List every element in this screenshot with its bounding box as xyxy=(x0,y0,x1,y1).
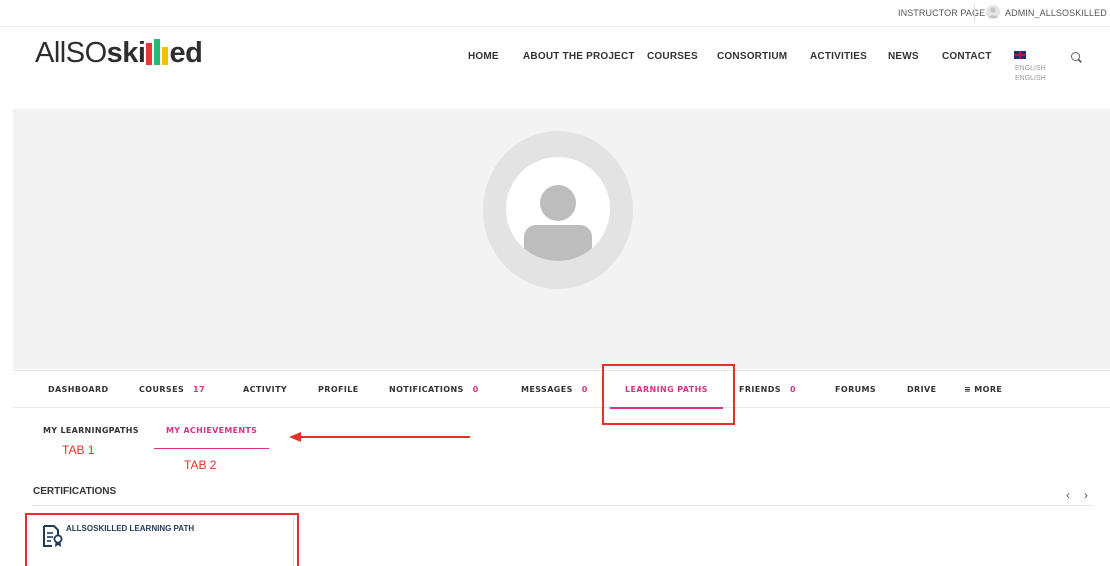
annotation-arrow xyxy=(300,436,470,438)
tab-notifications[interactable]: NOTIFICATIONS 0 xyxy=(389,385,479,394)
tab-label: FRIENDS xyxy=(739,385,781,394)
default-avatar-icon xyxy=(506,157,610,261)
tab-label: FORUMS xyxy=(835,385,877,394)
tab-messages[interactable]: MESSAGES 0 xyxy=(521,385,588,394)
tab-count-badge: 0 xyxy=(472,385,479,394)
certifications-divider xyxy=(33,505,1093,506)
tab-more[interactable]: ≡ MORE xyxy=(964,385,1002,394)
nav-activities[interactable]: ACTIVITIES xyxy=(810,51,867,62)
tab-label: ACTIVITY xyxy=(243,385,288,394)
subtab-my-learningpaths[interactable]: MY LEARNINGPATHS xyxy=(43,426,139,435)
tab-courses[interactable]: COURSES 17 xyxy=(139,385,205,394)
tab-label: COURSES xyxy=(139,385,185,394)
annotation-tab1: TAB 1 xyxy=(62,443,95,457)
logo-text-mid: ski xyxy=(106,37,146,69)
tab-label: MESSAGES xyxy=(521,385,573,394)
carousel-prev-icon[interactable]: ‹ xyxy=(1066,488,1070,502)
logo-text-prefix: AllSO xyxy=(35,37,107,69)
tab-friends[interactable]: FRIENDS 0 xyxy=(739,385,796,394)
tab-label: DASHBOARD xyxy=(48,385,109,394)
tab-forums[interactable]: FORUMS xyxy=(835,385,876,394)
nav-consortium[interactable]: CONSORTIUM xyxy=(717,51,787,62)
tab-label: DRIVE xyxy=(907,385,937,394)
nav-about-the-project[interactable]: ABOUT THE PROJECT xyxy=(523,51,635,62)
site-logo[interactable]: AllSOski ed xyxy=(35,37,203,70)
nav-contact[interactable]: CONTACT xyxy=(942,51,992,62)
annotation-tab2: TAB 2 xyxy=(184,458,217,472)
tab-label: NOTIFICATIONS xyxy=(389,385,464,394)
profile-cover xyxy=(13,109,1110,369)
site-header: AllSOski ed HOME ABOUT THE PROJECT COURSE… xyxy=(0,27,1110,109)
user-avatar-icon xyxy=(986,5,1000,19)
topbar-divider xyxy=(974,4,975,22)
tab-count-badge: 0 xyxy=(789,385,796,394)
language-selector-sub: ENGLISH xyxy=(1015,75,1046,82)
nav-home[interactable]: HOME xyxy=(468,51,499,62)
active-subtab-indicator xyxy=(154,448,269,449)
uk-flag-icon[interactable] xyxy=(1014,51,1026,59)
certifications-heading: CERTIFICATIONS xyxy=(33,486,117,497)
tab-activity[interactable]: ACTIVITY xyxy=(243,385,287,394)
nav-news[interactable]: NEWS xyxy=(888,51,919,62)
profile-tab-bar: DASHBOARD COURSES 17 ACTIVITY PROFILE NOT… xyxy=(13,370,1110,409)
nav-courses[interactable]: COURSES xyxy=(647,51,698,62)
language-selector[interactable]: ENGLISH xyxy=(1015,65,1046,72)
tab-profile[interactable]: PROFILE xyxy=(318,385,359,394)
certificate-title[interactable]: ALLSOSKILLED LEARNING PATH xyxy=(66,524,194,533)
carousel-next-icon[interactable]: › xyxy=(1084,488,1088,502)
annotation-arrow-head xyxy=(289,432,301,442)
tab-label: ≡ MORE xyxy=(964,385,1003,394)
tab-dashboard[interactable]: DASHBOARD xyxy=(48,385,109,394)
search-icon[interactable] xyxy=(1071,52,1080,61)
tab-count-badge: 0 xyxy=(581,385,588,394)
certificate-icon xyxy=(42,524,64,553)
tab-count-badge: 17 xyxy=(193,385,206,394)
logo-bars-icon xyxy=(146,39,169,65)
subtab-my-achievements[interactable]: MY ACHIEVEMENTS xyxy=(166,426,257,435)
top-utility-bar: INSTRUCTOR PAGE ADMIN_ALLSOSKILLED xyxy=(0,0,1110,27)
tab-drive[interactable]: DRIVE xyxy=(907,385,936,394)
annotation-box-learning-paths xyxy=(602,364,735,425)
instructor-page-link[interactable]: INSTRUCTOR PAGE xyxy=(898,8,985,18)
tab-label: PROFILE xyxy=(318,385,359,394)
profile-avatar xyxy=(483,131,633,289)
logo-text-suffix: ed xyxy=(169,37,203,69)
user-account-link[interactable]: ADMIN_ALLSOSKILLED xyxy=(1005,8,1107,18)
